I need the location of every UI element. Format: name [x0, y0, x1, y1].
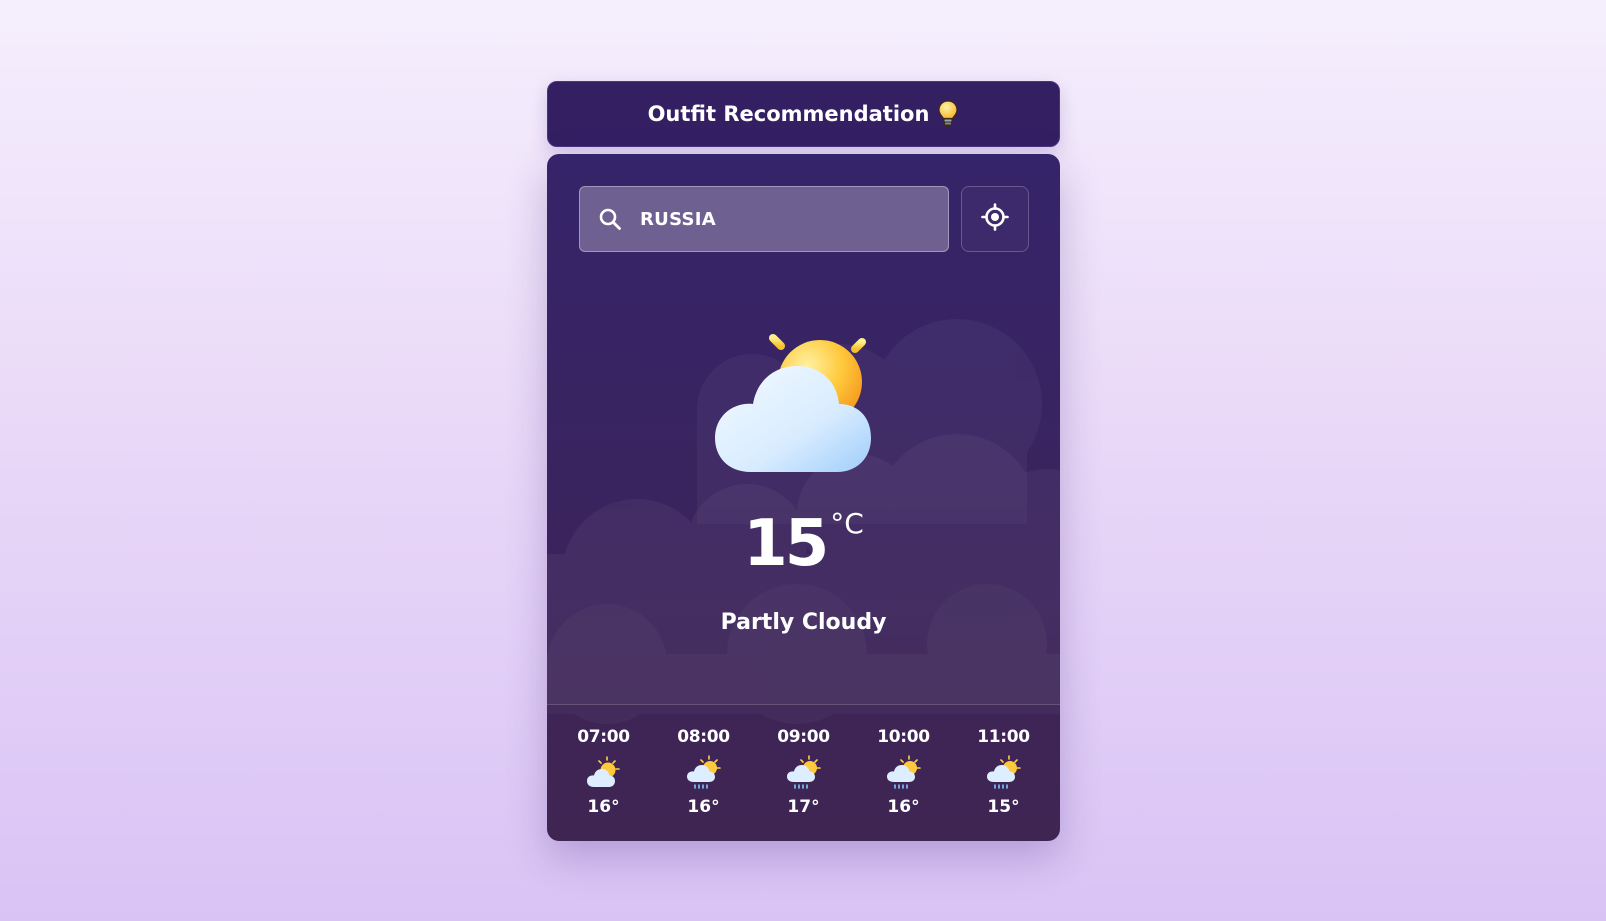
lightbulb-icon: [937, 100, 959, 128]
app-title: Outfit Recommendation: [647, 102, 930, 126]
partly-cloudy-icon: [585, 755, 623, 791]
partly-cloudy-rain-icon: [785, 755, 823, 791]
weather-card: 15 °C Partly Cloudy 07:00 16° 08:00: [547, 154, 1060, 841]
hour-temperature: 17°: [787, 797, 820, 817]
hourly-item-1000[interactable]: 10:00 16°: [857, 705, 950, 841]
hour-time: 11:00: [977, 727, 1030, 747]
hour-time: 07:00: [577, 727, 630, 747]
current-temperature: 15 °C: [547, 504, 1060, 584]
city-search-input[interactable]: [640, 187, 940, 251]
hourly-item-0900[interactable]: 09:00 17°: [757, 705, 850, 841]
hourly-forecast: 07:00 16° 08:00 16° 09:00 17° 10:00 16° …: [547, 705, 1060, 841]
partly-cloudy-rain-icon: [885, 755, 923, 791]
crosshair-location-icon: [981, 203, 1009, 235]
partly-cloudy-rain-icon: [985, 755, 1023, 791]
hour-time: 08:00: [677, 727, 730, 747]
hour-time: 10:00: [877, 727, 930, 747]
hour-temperature: 15°: [987, 797, 1020, 817]
current-location-button[interactable]: [961, 186, 1029, 252]
hour-temperature: 16°: [887, 797, 920, 817]
search-box[interactable]: [579, 186, 949, 252]
hour-time: 09:00: [777, 727, 830, 747]
search-icon[interactable]: [598, 207, 622, 231]
partly-cloudy-rain-icon: [685, 755, 723, 791]
weather-condition: Partly Cloudy: [720, 610, 887, 635]
temperature-unit: °C: [830, 507, 864, 540]
hour-temperature: 16°: [687, 797, 720, 817]
hourly-item-0700[interactable]: 07:00 16°: [557, 705, 650, 841]
partly-cloudy-icon: [711, 316, 901, 486]
hourly-item-0800[interactable]: 08:00 16°: [657, 705, 750, 841]
hourly-item-1100[interactable]: 11:00 15°: [957, 705, 1050, 841]
app-header: Outfit Recommendation: [547, 81, 1060, 147]
temperature-value: 15: [743, 507, 829, 581]
hour-temperature: 16°: [587, 797, 620, 817]
